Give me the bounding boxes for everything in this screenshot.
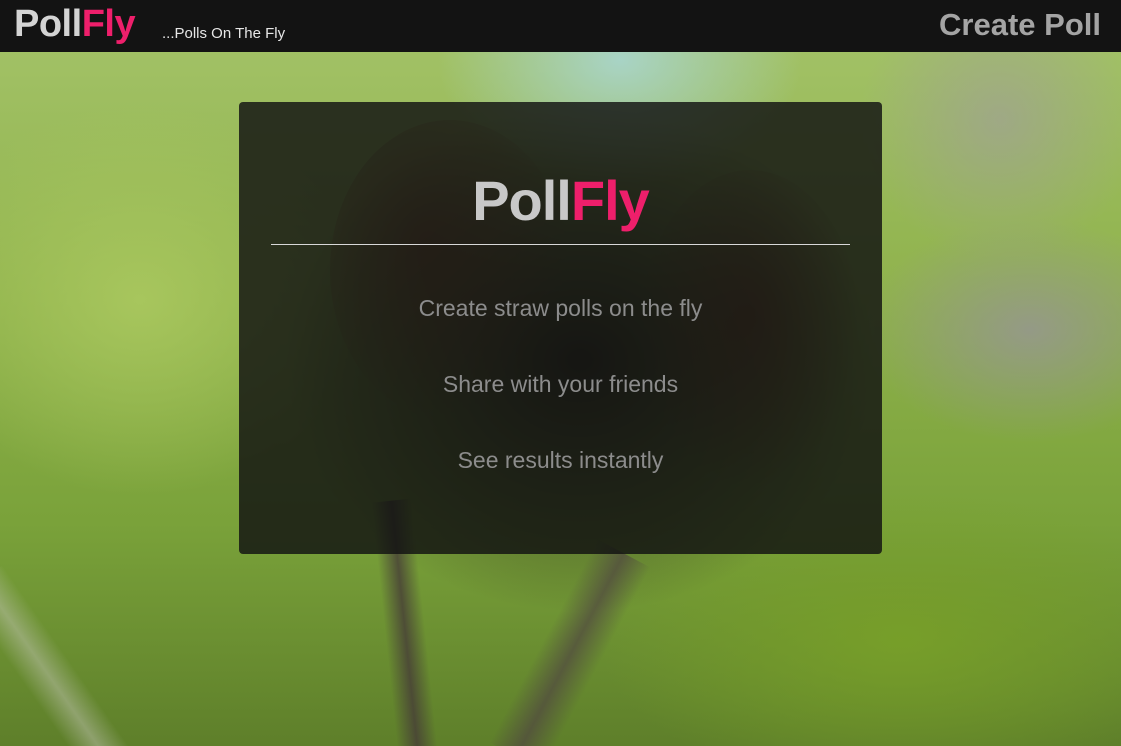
fly-leg [0,565,129,746]
brand-logo-poll: Poll [14,3,82,45]
fly-leg [489,539,651,746]
feature-share: Share with your friends [442,371,679,397]
create-poll-link[interactable]: Create Poll [939,7,1101,43]
card-title-poll: Poll [472,169,572,232]
title-divider [271,244,850,245]
top-navbar: PollFly ...Polls On The Fly Create Poll [0,0,1121,52]
intro-card: PollFly Create straw polls on the fly Sh… [239,102,882,554]
brand-logo[interactable]: PollFly [14,2,136,46]
card-title-fly: Fly [570,169,650,232]
brand-logo-fly: Fly [81,3,136,45]
feature-results: See results instantly [457,447,664,473]
feature-create: Create straw polls on the fly [418,295,703,321]
card-title: PollFly [239,171,882,231]
brand-tagline: ...Polls On The Fly [162,25,286,42]
